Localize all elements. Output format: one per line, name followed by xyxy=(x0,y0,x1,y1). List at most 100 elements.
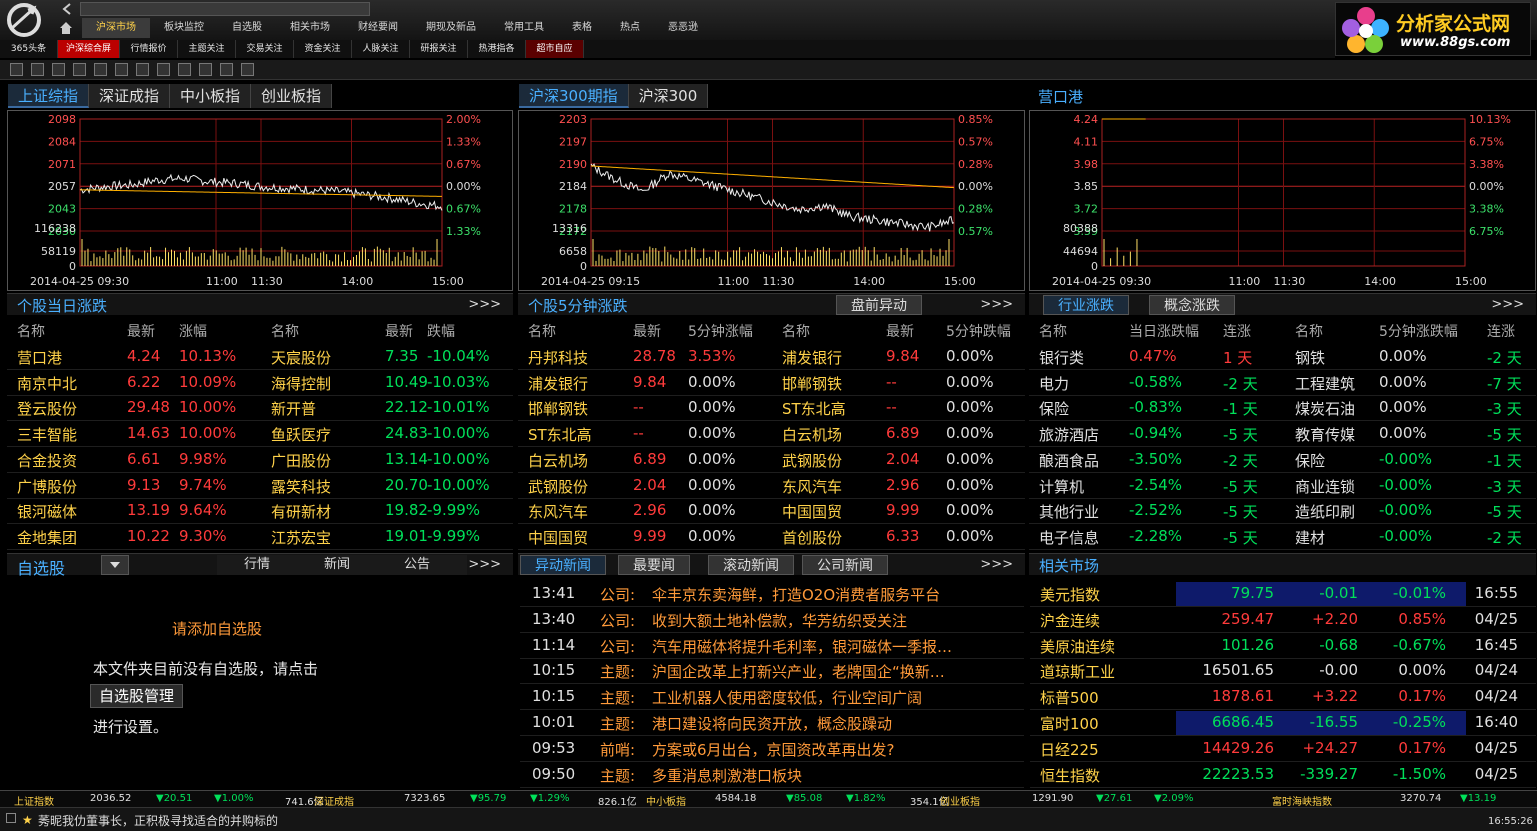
submenu-item[interactable]: 资金关注 xyxy=(294,40,353,58)
market-row[interactable]: 日经225 14429.26 +24.27 0.17% 04/25 xyxy=(1030,736,1536,762)
stock-name[interactable]: ST东北高 xyxy=(528,424,592,445)
tab-top-news[interactable]: 最要闻 xyxy=(618,555,690,575)
news-headline[interactable]: 工业机器人使用密度较低，行业空间广阔 xyxy=(652,687,1022,708)
column-header[interactable]: 最新 xyxy=(127,321,155,341)
table-row[interactable]: 白云机场 6.89 0.00% 武钢股份 2.04 0.00% xyxy=(518,447,1025,473)
draw-icon[interactable] xyxy=(136,63,149,76)
tab-item[interactable]: 创业板指 xyxy=(251,84,333,108)
submenu-item[interactable]: 交易关注 xyxy=(236,40,295,58)
stock-name[interactable]: 保险 xyxy=(1295,450,1325,471)
stock-name[interactable]: 工程建筑 xyxy=(1295,373,1355,394)
stock-name[interactable]: 武钢股份 xyxy=(528,476,588,497)
news-item[interactable]: 11:14 公司: 汽车用磁体将提升毛利率，银河磁体一季报… xyxy=(520,633,1024,659)
chart-icon[interactable] xyxy=(73,63,86,76)
stock-name[interactable]: 白云机场 xyxy=(528,450,588,471)
grid-icon[interactable] xyxy=(31,63,44,76)
tab-item[interactable]: 沪深300期指 xyxy=(519,84,629,108)
column-header[interactable]: 名称 xyxy=(271,321,299,341)
market-row[interactable]: 沪金连续 259.47 +2.20 0.85% 04/25 xyxy=(1030,607,1536,633)
stock-name[interactable]: ST东北高 xyxy=(782,398,846,419)
stock-name[interactable]: 广田股份 xyxy=(271,450,331,471)
folder-icon[interactable] xyxy=(10,63,23,76)
tab-concept[interactable]: 概念涨跌 xyxy=(1149,295,1235,315)
stock-name[interactable]: 旅游酒店 xyxy=(1039,424,1099,445)
market-row[interactable]: 富时100 6686.45 -16.55 -0.25% 16:40 xyxy=(1030,710,1536,736)
stock-name[interactable]: 露笑科技 xyxy=(271,476,331,497)
submenu-item[interactable]: 研报关注 xyxy=(410,40,469,58)
stock-name[interactable]: 东风汽车 xyxy=(782,476,842,497)
menu-item[interactable]: 财经要闻 xyxy=(344,18,412,38)
submenu-item[interactable]: 超市自应 xyxy=(526,40,585,58)
news-headline[interactable]: 伞丰京东卖海鲜，打造O2O消费者服务平台 xyxy=(652,584,1022,605)
news-headline[interactable]: 收到大额土地补偿款，华芳纺织受关注 xyxy=(652,610,1022,631)
stock-name[interactable]: 三丰智能 xyxy=(17,424,77,445)
news-item[interactable]: 13:41 公司: 伞丰京东卖海鲜，打造O2O消费者服务平台 xyxy=(520,581,1024,607)
table-row[interactable]: 酿酒食品 -3.50% -2 天 保险 -0.00% -1 天 xyxy=(1029,447,1536,473)
tab-announcement[interactable]: 公告 xyxy=(377,555,457,575)
table-row[interactable]: 电力 -0.58% -2 天 工程建筑 0.00% -7 天 xyxy=(1029,370,1536,396)
home-icon[interactable] xyxy=(58,20,74,36)
app-logo-icon[interactable] xyxy=(2,2,52,38)
status-item[interactable]: 创业板指 xyxy=(940,793,980,808)
news-item[interactable]: 10:01 主题: 港口建设将向民资开放，概念股躁动 xyxy=(520,710,1024,736)
news-item[interactable]: 13:40 公司: 收到大额土地补偿款，华芳纺织受关注 xyxy=(520,607,1024,633)
table-row[interactable]: 金地集团 10.22 9.30% 江苏宏宝 19.01 -9.99% xyxy=(7,524,513,550)
tab-news[interactable]: 新闻 xyxy=(297,555,377,575)
menu-item[interactable]: 相关市场 xyxy=(276,18,344,38)
table-row[interactable]: 银河磁体 13.19 9.64% 有研新材 19.82 -9.99% xyxy=(7,498,513,525)
table-row[interactable]: 电子信息 -2.28% -5 天 建材 -0.00% -2 天 xyxy=(1029,524,1536,550)
stock-name[interactable]: 武钢股份 xyxy=(782,450,842,471)
status-item[interactable]: 中小板指 xyxy=(646,793,686,808)
stock-name[interactable]: 造纸印刷 xyxy=(1295,501,1355,522)
expand-icon[interactable] xyxy=(6,813,16,823)
watchlist-manage-button[interactable]: 自选股管理 xyxy=(90,684,184,708)
stock-name[interactable]: 邯郸钢铁 xyxy=(528,398,588,419)
news-item[interactable]: 09:53 前哨: 方案或6月出台，京国资改革再出发? xyxy=(520,736,1024,762)
more-link[interactable]: >>> xyxy=(1491,297,1524,312)
market-name[interactable]: 日经225 xyxy=(1040,739,1099,760)
stock-name[interactable]: 首创股份 xyxy=(782,527,842,548)
table-row[interactable]: 合金投资 6.61 9.98% 广田股份 13.14 -10.00% xyxy=(7,447,513,473)
stock-name[interactable]: 银行类 xyxy=(1039,347,1084,368)
news-item[interactable]: 09:50 主题: 多重消息刺激港口板块 xyxy=(520,762,1024,788)
more-link[interactable]: >>> xyxy=(468,297,501,312)
column-header[interactable]: 连涨 xyxy=(1487,321,1515,341)
stock-name[interactable]: 南京中北 xyxy=(17,373,77,394)
table-row[interactable]: 东风汽车 2.96 0.00% 中国国贸 9.99 0.00% xyxy=(518,498,1025,525)
table-row[interactable]: 武钢股份 2.04 0.00% 东风汽车 2.96 0.00% xyxy=(518,473,1025,499)
stock-name[interactable]: 保险 xyxy=(1039,398,1069,419)
stock-name[interactable]: 有研新材 xyxy=(271,501,331,522)
column-header[interactable]: 名称 xyxy=(782,321,810,341)
menu-item[interactable]: 沪深市场 xyxy=(82,18,150,38)
stock-name[interactable]: 白云机场 xyxy=(782,424,842,445)
futures-chart[interactable]: 2203 2197 2190 2184 2178 2172 0.85% 0.57% 0.28% 0… xyxy=(518,110,1025,291)
market-name[interactable]: 恒生指数 xyxy=(1040,765,1100,786)
market-row[interactable]: 道琼斯工业 16501.65 -0.00 0.00% 04/24 xyxy=(1030,658,1536,685)
column-header[interactable]: 名称 xyxy=(17,321,45,341)
stock-name[interactable]: 合金投资 xyxy=(17,450,77,471)
stock-name[interactable]: 电子信息 xyxy=(1039,527,1099,548)
tab-item[interactable]: 深证成指 xyxy=(89,84,171,108)
market-name[interactable]: 美原油连续 xyxy=(1040,636,1115,657)
stock-name[interactable]: 登云股份 xyxy=(17,398,77,419)
column-header[interactable]: 名称 xyxy=(528,321,556,341)
tab-rolling-news[interactable]: 滚动新闻 xyxy=(708,555,794,575)
stock-name[interactable]: 金地集团 xyxy=(17,527,77,548)
table-row[interactable]: 营口港 4.24 10.13% 天宸股份 7.35 -10.04% xyxy=(7,344,513,370)
column-header[interactable]: 5分钟涨幅 xyxy=(688,321,753,341)
stock-name[interactable]: 东风汽车 xyxy=(528,501,588,522)
stock-name[interactable]: 电力 xyxy=(1039,373,1069,394)
tab-item[interactable]: 中小板指 xyxy=(170,84,252,108)
table-row[interactable]: 丹邦科技 28.78 3.53% 浦发银行 9.84 0.00% xyxy=(518,344,1025,370)
save-icon[interactable] xyxy=(178,63,191,76)
column-header[interactable]: 最新 xyxy=(633,321,661,341)
market-row[interactable]: 美原油连续 101.26 -0.68 -0.67% 16:45 xyxy=(1030,633,1536,659)
index-chart[interactable]: 2098 2084 2071 2057 2043 2030 2.00% 1.33% 0.67% 0… xyxy=(7,110,513,291)
stock-name[interactable]: 邯郸钢铁 xyxy=(782,373,842,394)
more-link[interactable]: >>> xyxy=(980,557,1013,572)
news-item[interactable]: 10:15 主题: 工业机器人使用密度较低，行业空间广阔 xyxy=(520,684,1024,711)
column-header[interactable]: 跌幅 xyxy=(427,321,455,341)
submenu-item[interactable]: 行情报价 xyxy=(120,40,179,58)
column-header[interactable]: 涨幅 xyxy=(179,321,207,341)
stock-name[interactable]: 浦发银行 xyxy=(528,373,588,394)
